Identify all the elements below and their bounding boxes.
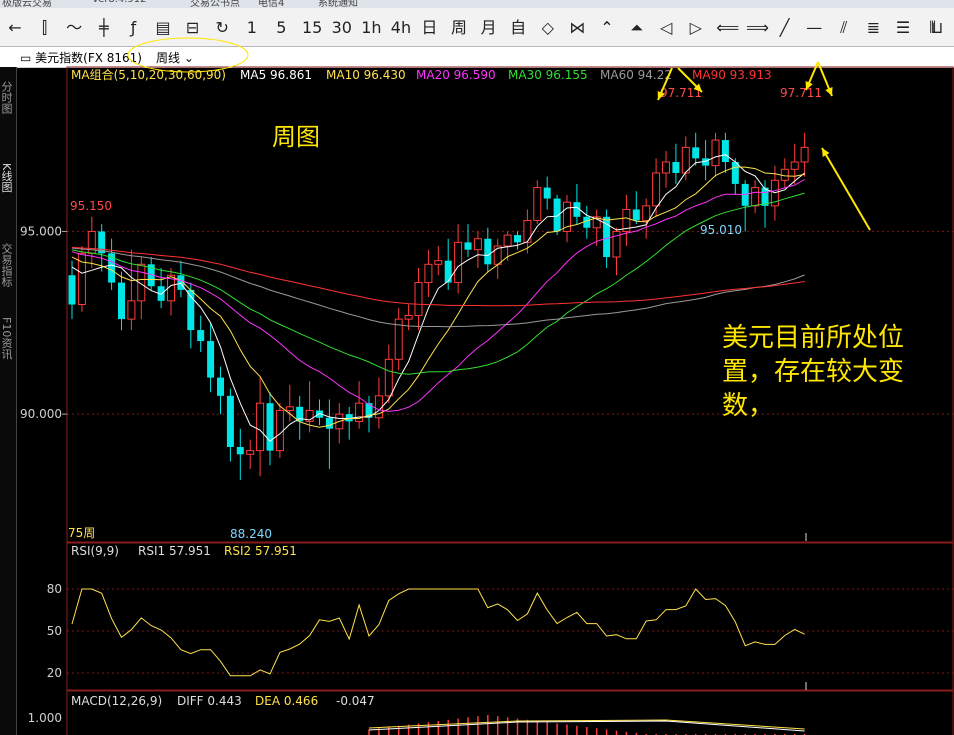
candle-body [632,209,640,221]
candle-body [118,282,125,320]
candle-body [454,241,463,284]
comment-annotation: 数， [722,391,774,421]
price-axis-tick: 90.000 [20,407,62,421]
candle-body [266,403,274,451]
level-label: 95.150 [70,199,112,213]
candle-body [127,300,136,320]
candle-body [414,282,423,316]
macd-value: -0.047 [336,694,375,708]
candle-body [484,238,492,265]
low-label: 95.010 [700,223,742,237]
ma-legend-item: MA30 96.155 [508,68,588,82]
high-label: 97.711 [780,86,822,100]
candle-body [325,417,333,429]
candle-body [681,146,690,174]
chart-area: 95.000 90.000 MA组合(5,10,20,30,60,90) MA5 96… [20,37,954,735]
ma-legend-item: MA60 94.22 [600,68,672,82]
candle-body [404,314,413,320]
candle-body [642,205,651,221]
candle-body [424,263,433,284]
macd-axis-tick: 1.000 [28,711,62,725]
macd-dea: DEA 0.466 [255,694,318,708]
rsi-title[interactable]: RSI(9,9) [71,544,119,558]
main-panel-border [66,66,954,543]
candle-body [285,406,294,411]
rsi-axis-tick: 50 [47,624,62,638]
candle-body [384,358,393,397]
candle-body [226,395,234,447]
candle-body [444,260,452,283]
rsi-line [71,588,805,677]
candle-body [523,219,532,243]
week-chart-annotation: 周图 [272,123,320,151]
candle-body [672,162,680,173]
rsi2-value: RSI2 57.951 [224,544,297,558]
ma-legend-item: MA90 93.913 [692,68,772,82]
candle-body [662,161,670,174]
candle-body [780,168,789,181]
candle-body [275,409,284,452]
candle-body [246,450,255,455]
annotation-arrow [821,147,871,231]
period-count-label: 75周 [68,526,95,540]
candle-body [652,172,661,207]
candle-body [731,162,739,184]
ma-line [71,179,805,412]
macd-diff: DIFF 0.443 [177,694,242,708]
candle-body [503,234,512,247]
comment-annotation: 置，存在较大变 [722,357,904,387]
macd-title[interactable]: MACD(12,26,9) [71,694,162,708]
candle-body [800,146,809,163]
candle-body [583,216,591,228]
comment-annotation: 美元目前所处位 [722,323,904,353]
low-label: 88.240 [230,527,272,541]
candle-body [751,187,760,207]
candle-body [256,402,265,452]
candle-body [197,330,205,342]
candle-body [553,198,561,232]
candle-body [473,238,482,251]
candle-body [533,187,542,221]
candle-body [464,242,472,250]
rsi-axis-tick: 80 [47,582,62,596]
candle-body [68,275,76,305]
candle-body [434,260,443,265]
candle-body [207,341,215,378]
candle-body [217,377,224,396]
rsi-panel-border [66,542,954,691]
ma-group-label[interactable]: MA组合(5,10,20,30,60,90) [71,67,226,82]
candle-body [790,161,799,170]
ma-line [71,154,805,442]
candle-body [236,447,244,455]
ma-legend-item: MA20 96.590 [416,68,496,82]
candle-body [721,140,729,162]
candle-body [692,147,700,159]
candle-body [711,139,720,167]
price-axis-tick: 95.000 [20,224,62,238]
ma-legend-item: MA10 96.430 [326,68,406,82]
candle-body [543,187,551,199]
candle-body [514,235,521,243]
ma-legend-item: MA5 96.861 [240,68,312,82]
rsi1-value: RSI1 57.951 [138,544,211,558]
rsi-axis-tick: 20 [47,666,62,680]
